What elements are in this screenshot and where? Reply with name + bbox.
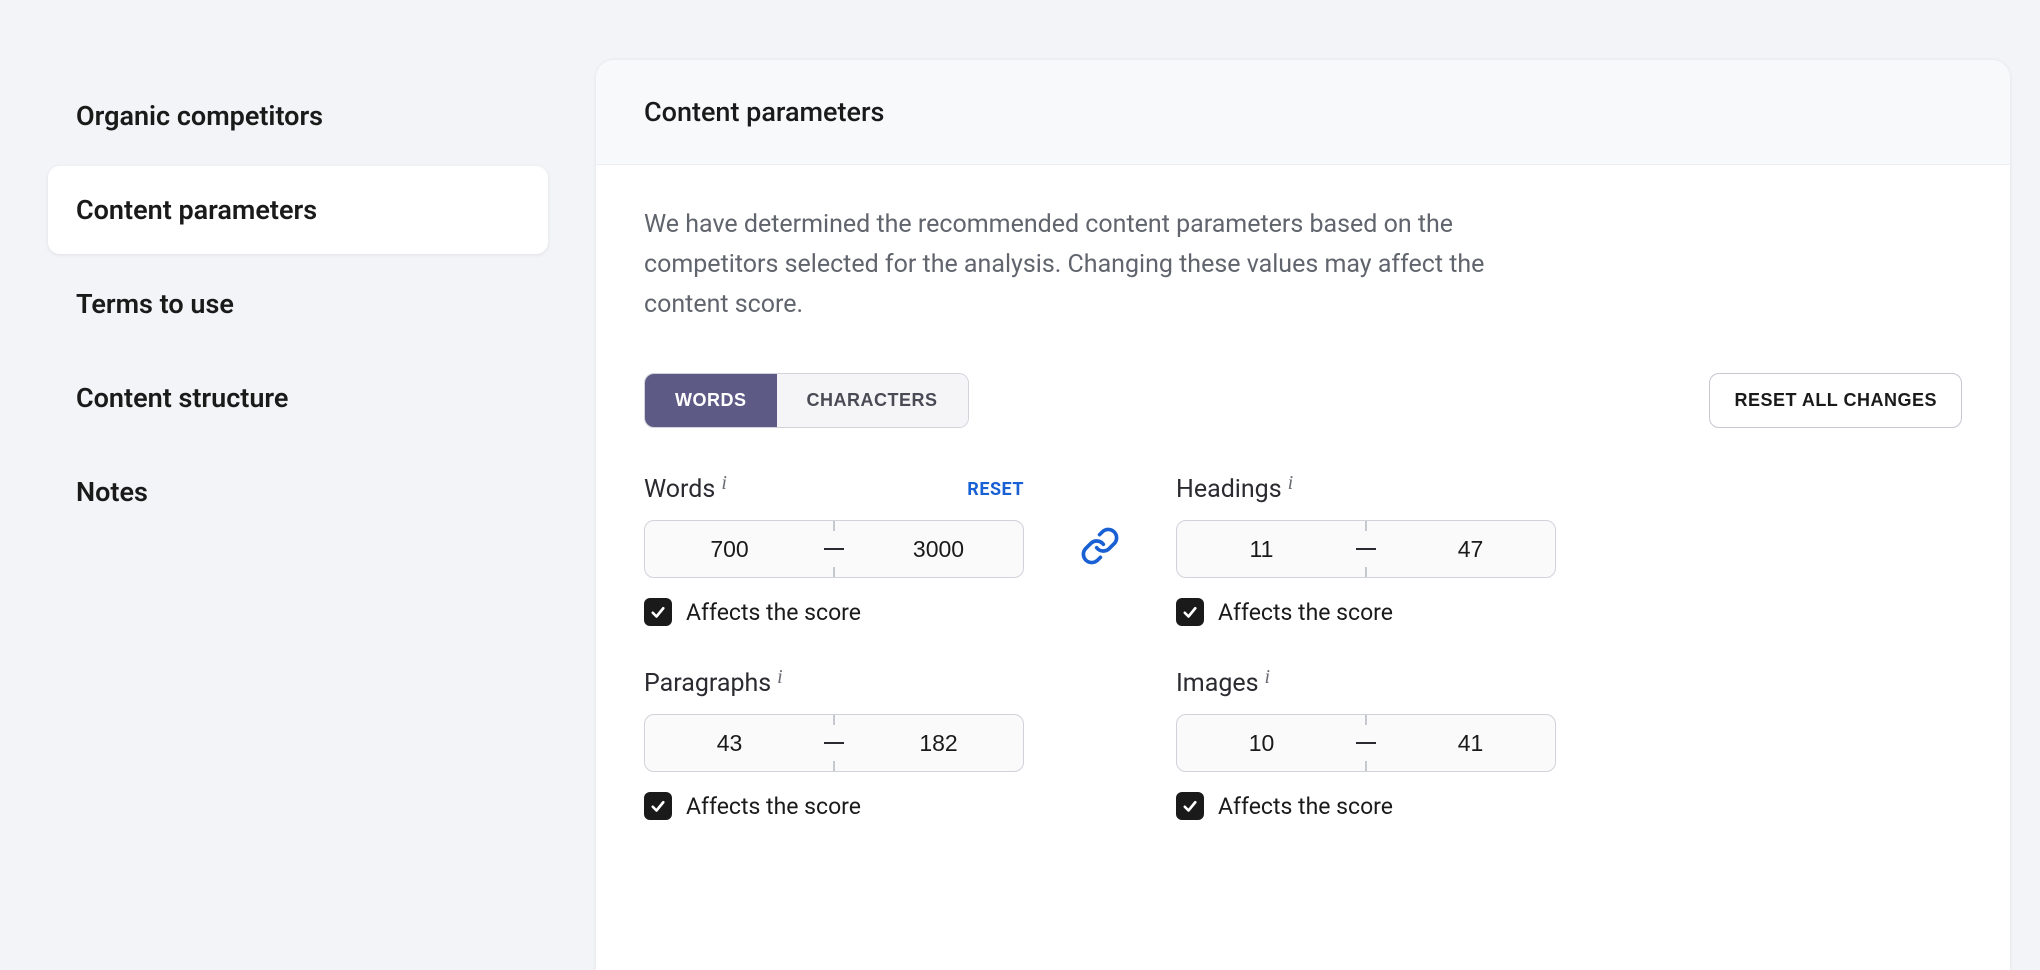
range-divider [814, 715, 854, 771]
param-words: Words i RESET Affects the sco [644, 472, 1024, 626]
sidebar-item-organic-competitors[interactable]: Organic competitors [48, 72, 548, 160]
param-paragraphs: Paragraphs i Affects the score [644, 666, 1024, 820]
words-min-input[interactable] [645, 536, 814, 563]
sidebar-item-terms-to-use[interactable]: Terms to use [48, 260, 548, 348]
sidebar-item-content-parameters[interactable]: Content parameters [48, 166, 548, 254]
words-tab[interactable]: WORDS [645, 374, 777, 427]
paragraphs-label: Paragraphs i [644, 669, 783, 698]
characters-tab[interactable]: CHARACTERS [777, 374, 968, 427]
paragraphs-affects-checkbox[interactable] [644, 792, 672, 820]
paragraphs-affects-row: Affects the score [644, 792, 1024, 820]
range-divider [1346, 521, 1386, 577]
info-icon[interactable]: i [1265, 666, 1271, 689]
params-row-2: Paragraphs i Affects the score [644, 666, 1962, 820]
headings-affects-label: Affects the score [1218, 599, 1393, 626]
headings-affects-row: Affects the score [1176, 598, 1556, 626]
images-affects-label: Affects the score [1218, 793, 1393, 820]
params-toolbar: WORDS CHARACTERS RESET ALL CHANGES [644, 373, 1962, 428]
headings-label-text: Headings [1176, 475, 1282, 504]
panel-body: We have determined the recommended conte… [596, 165, 2010, 900]
images-range-input [1176, 714, 1556, 772]
info-icon[interactable]: i [777, 666, 783, 689]
words-affects-checkbox[interactable] [644, 598, 672, 626]
reset-all-button[interactable]: RESET ALL CHANGES [1709, 373, 1962, 428]
params-row-1: Words i RESET Affects the sco [644, 472, 1962, 626]
info-icon[interactable]: i [721, 472, 727, 495]
images-label-text: Images [1176, 669, 1259, 698]
sidebar: Organic competitors Content parameters T… [0, 0, 596, 970]
images-label: Images i [1176, 669, 1270, 698]
headings-label: Headings i [1176, 475, 1293, 504]
range-divider [814, 521, 854, 577]
unit-segmented-control: WORDS CHARACTERS [644, 373, 969, 428]
paragraphs-range-input [644, 714, 1024, 772]
paragraphs-min-input[interactable] [645, 730, 814, 757]
images-min-input[interactable] [1177, 730, 1346, 757]
paragraphs-label-text: Paragraphs [644, 669, 771, 698]
paragraphs-max-input[interactable] [854, 730, 1023, 757]
param-images: Images i Affects the score [1176, 666, 1556, 820]
words-affects-label: Affects the score [686, 599, 861, 626]
images-affects-checkbox[interactable] [1176, 792, 1204, 820]
words-affects-row: Affects the score [644, 598, 1024, 626]
images-max-input[interactable] [1386, 730, 1555, 757]
headings-range-input [1176, 520, 1556, 578]
sidebar-item-content-structure[interactable]: Content structure [48, 354, 548, 442]
paragraphs-affects-label: Affects the score [686, 793, 861, 820]
link-icon[interactable] [1080, 472, 1120, 570]
range-divider [1346, 715, 1386, 771]
words-range-input [644, 520, 1024, 578]
sidebar-item-notes[interactable]: Notes [48, 448, 548, 536]
panel-title: Content parameters [596, 60, 2010, 165]
words-reset-link[interactable]: RESET [967, 479, 1024, 500]
param-headings: Headings i Affects the score [1176, 472, 1556, 626]
panel-description: We have determined the recommended conte… [644, 205, 1544, 325]
headings-affects-checkbox[interactable] [1176, 598, 1204, 626]
content-panel: Content parameters We have determined th… [596, 60, 2010, 970]
headings-min-input[interactable] [1177, 536, 1346, 563]
headings-max-input[interactable] [1386, 536, 1555, 563]
words-max-input[interactable] [854, 536, 1023, 563]
words-label: Words i [644, 475, 727, 504]
words-label-text: Words [644, 475, 715, 504]
info-icon[interactable]: i [1288, 472, 1294, 495]
images-affects-row: Affects the score [1176, 792, 1556, 820]
